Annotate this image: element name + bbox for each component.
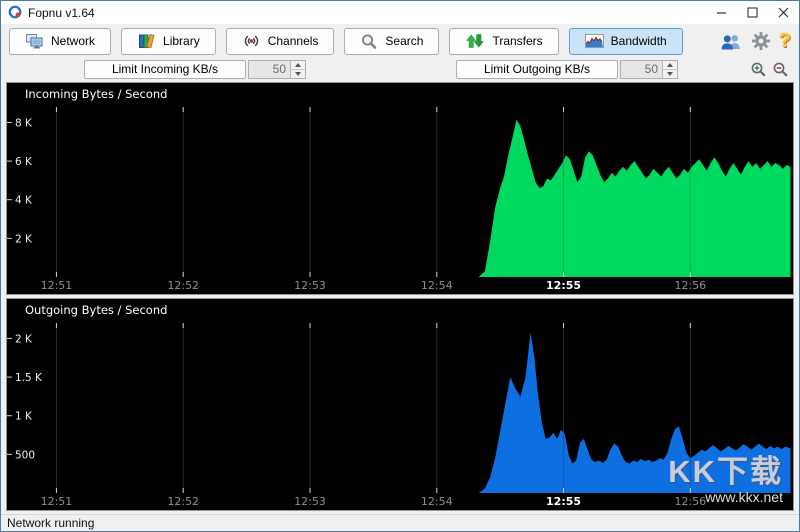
users-icon[interactable]: [719, 33, 743, 50]
close-icon: [778, 7, 789, 18]
triangle-down-icon: [667, 72, 673, 76]
limit-incoming-button[interactable]: Limit Incoming KB/s: [84, 60, 246, 79]
x-axis-label: 12:56: [674, 495, 706, 508]
gear-icon[interactable]: [751, 31, 771, 51]
titlebar: Fopnu v1.64: [1, 1, 799, 24]
channels-button-label: Channels: [268, 34, 319, 48]
transfers-button-label: Transfers: [492, 34, 542, 48]
network-button[interactable]: Network: [9, 28, 111, 55]
incoming-spin-up-button[interactable]: [291, 61, 305, 70]
outgoing-chart: 12:51 12:52 12:53 12:54 12:55 12:56 2 K 1.5 K 1 …: [7, 299, 793, 510]
outgoing-spinner-buttons: [662, 61, 677, 78]
outgoing-chart-panel: 12:51 12:52 12:53 12:54 12:55 12:56 2 K 1.5 K 1 …: [6, 298, 794, 511]
y-axis-label: 2 K: [15, 333, 33, 345]
library-button[interactable]: Library: [121, 28, 216, 55]
incoming-spin-down-button[interactable]: [291, 70, 305, 78]
books-icon: [137, 33, 156, 49]
computer-icon: [25, 33, 44, 49]
transfers-button[interactable]: Transfers: [449, 28, 558, 55]
y-axis-label: 4 K: [15, 195, 33, 207]
limit-toolbar: Limit Incoming KB/s 50 Limit Outgoing KB…: [1, 58, 799, 80]
window-controls: [706, 1, 799, 24]
y-axis-label: 1.5 K: [15, 372, 43, 384]
y-axis-label: 500: [15, 449, 35, 461]
x-axis-label: 12:55: [546, 495, 581, 508]
x-axis-label: 12:51: [41, 279, 73, 292]
window-title: Fopnu v1.64: [28, 6, 95, 20]
triangle-up-icon: [667, 63, 673, 67]
x-axis-label: 12:53: [294, 495, 326, 508]
bandwidth-button-label: Bandwidth: [611, 34, 667, 48]
help-icon[interactable]: ?: [779, 31, 791, 51]
x-axis-label: 12:52: [167, 279, 199, 292]
maximize-button[interactable]: [737, 1, 768, 24]
chart-title: Outgoing Bytes / Second: [25, 303, 167, 317]
outgoing-limit-value[interactable]: 50: [621, 61, 662, 78]
channels-button[interactable]: Channels: [226, 28, 335, 55]
incoming-chart-panel: 12:51 12:52 12:53 12:54 12:55 12:56 8 K 6 K 4 K 2…: [6, 82, 794, 295]
close-button[interactable]: [768, 1, 799, 24]
chart-title: Incoming Bytes / Second: [25, 87, 167, 101]
zoom-out-icon[interactable]: [772, 61, 789, 78]
incoming-limit-spinner[interactable]: 50: [248, 60, 306, 79]
status-bar: Network running: [1, 514, 799, 531]
x-axis-label: 12:56: [674, 279, 706, 292]
triangle-down-icon: [295, 72, 301, 76]
search-button-label: Search: [385, 34, 423, 48]
outgoing-limit-spinner[interactable]: 50: [620, 60, 678, 79]
zoom-in-icon[interactable]: [750, 61, 767, 78]
incoming-spinner-buttons: [290, 61, 305, 78]
antenna-icon: [242, 33, 261, 49]
bandwidth-button[interactable]: Bandwidth: [569, 28, 683, 55]
minimize-button[interactable]: [706, 1, 737, 24]
y-axis-label: 6 K: [15, 156, 33, 168]
outgoing-spin-up-button[interactable]: [663, 61, 677, 70]
minimize-icon: [716, 7, 727, 18]
bandwidth-chart-icon: [585, 34, 604, 48]
x-axis-label: 12:52: [167, 495, 199, 508]
maximize-icon: [747, 7, 758, 18]
charts-area: 12:51 12:52 12:53 12:54 12:55 12:56 8 K 6 K 4 K 2…: [1, 80, 799, 514]
limit-outgoing-button[interactable]: Limit Outgoing KB/s: [456, 60, 618, 79]
y-axis-label: 1 K: [15, 411, 33, 423]
zoom-controls: [750, 61, 789, 78]
x-axis-label: 12:54: [421, 495, 453, 508]
x-axis-label: 12:51: [41, 495, 73, 508]
x-axis-label: 12:55: [546, 279, 581, 292]
main-toolbar: Network Library: [1, 24, 799, 58]
triangle-up-icon: [295, 63, 301, 67]
outgoing-spin-down-button[interactable]: [663, 70, 677, 78]
y-axis-label: 8 K: [15, 117, 33, 129]
network-button-label: Network: [51, 34, 95, 48]
fopnu-logo-icon: [8, 5, 23, 20]
up-down-arrows-icon: [465, 33, 485, 49]
x-axis-label: 12:53: [294, 279, 326, 292]
search-button[interactable]: Search: [344, 28, 439, 55]
incoming-limit-value[interactable]: 50: [249, 61, 290, 78]
magnifier-icon: [360, 33, 378, 50]
status-text: Network running: [7, 516, 94, 530]
incoming-chart: 12:51 12:52 12:53 12:54 12:55 12:56 8 K 6 K 4 K 2…: [7, 83, 793, 294]
toolbar-right-icons: ?: [719, 31, 791, 51]
y-axis-label: 2 K: [15, 233, 33, 245]
x-axis-label: 12:54: [421, 279, 453, 292]
library-button-label: Library: [163, 34, 200, 48]
app-window: Fopnu v1.64 N: [0, 0, 800, 532]
